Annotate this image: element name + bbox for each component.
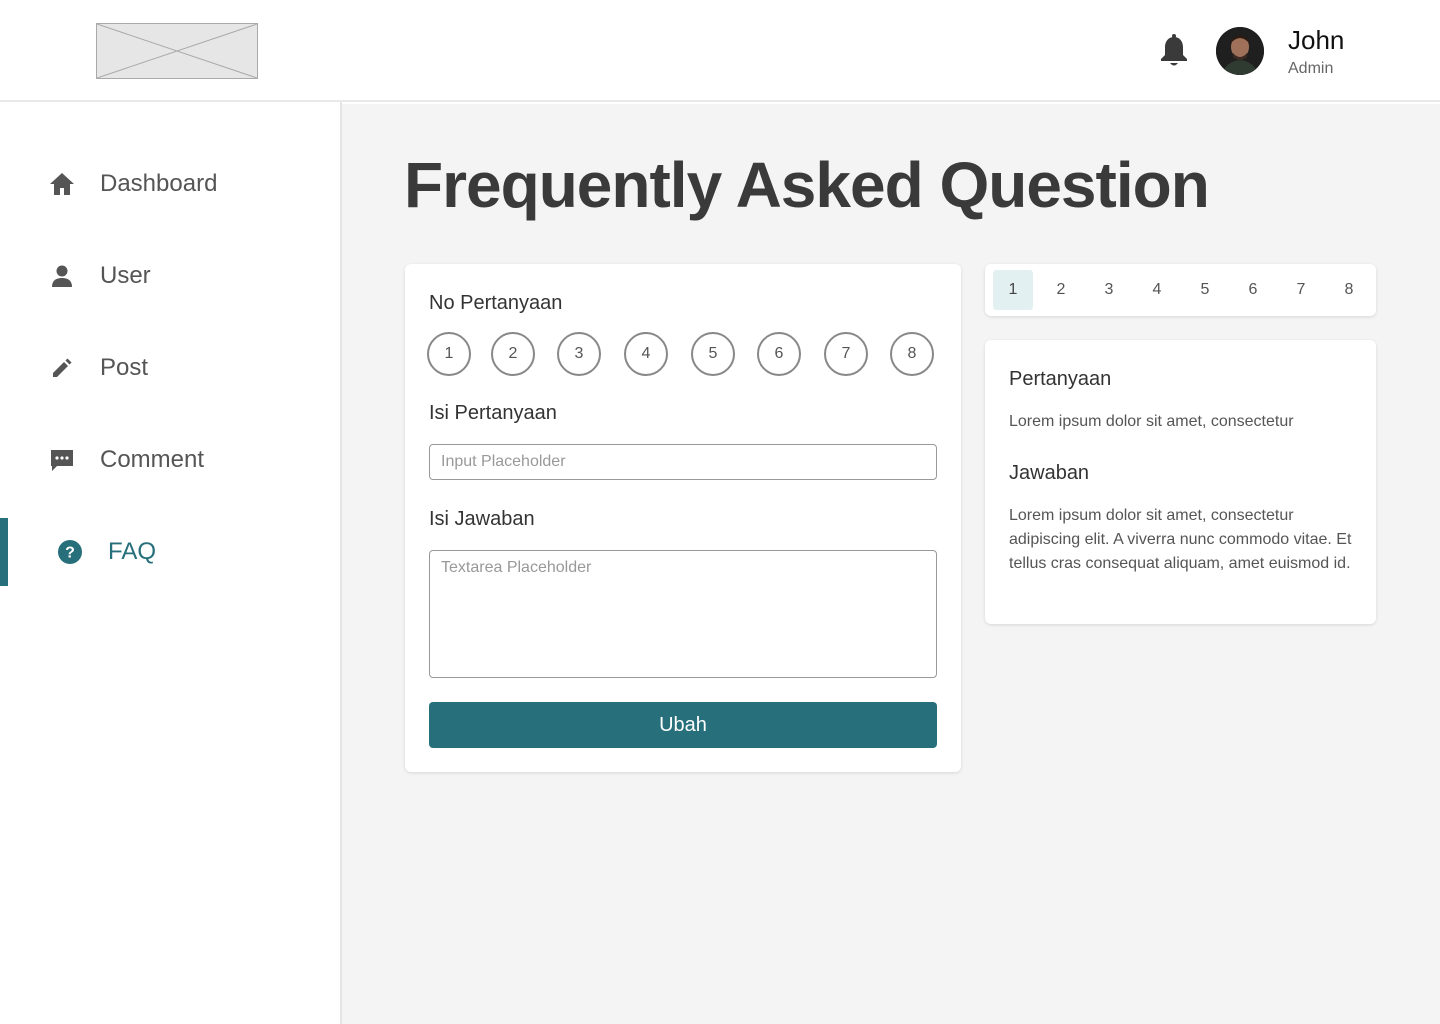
question-number-option[interactable]: 1 [427,332,471,376]
page-button[interactable]: 4 [1137,270,1177,310]
question-number-option[interactable]: 7 [824,332,868,376]
question-number-option[interactable]: 2 [491,332,535,376]
question-input[interactable] [429,444,937,480]
question-number-option[interactable]: 4 [624,332,668,376]
sidebar-item-label: User [100,262,151,289]
page-button[interactable]: 2 [1041,270,1081,310]
question-number-option[interactable]: 6 [757,332,801,376]
sidebar-item-label: Comment [100,446,205,473]
isi-pertanyaan-label: Isi Pertanyaan [429,402,557,424]
page-button[interactable]: 5 [1185,270,1225,310]
page-title: Frequently Asked Question [404,149,1210,221]
home-icon [48,170,76,198]
page-button[interactable]: 8 [1329,270,1369,310]
question-text: Lorem ipsum dolor sit amet, consectetur [1009,413,1294,430]
user-role: Admin [1288,60,1334,77]
pencil-icon [48,354,76,382]
question-circle-icon: ? [56,538,84,566]
question-number-option[interactable]: 8 [890,332,934,376]
sidebar: Dashboard User Post Comment ? FAQ [0,102,342,1024]
faq-pagination: 1 2 3 4 5 6 7 8 [985,264,1376,316]
svg-text:?: ? [65,545,75,562]
sidebar-item-comment[interactable]: Comment [0,426,340,494]
page-button[interactable]: 1 [993,270,1033,310]
answer-text: Lorem ipsum dolor sit amet, consectetur … [1009,507,1352,572]
faq-detail-card: Pertanyaan Lorem ipsum dolor sit amet, c… [985,340,1376,624]
comment-icon [48,446,76,474]
question-number-option[interactable]: 5 [691,332,735,376]
no-pertanyaan-label: No Pertanyaan [429,292,563,314]
isi-jawaban-label: Isi Jawaban [429,508,535,530]
page-button[interactable]: 3 [1089,270,1129,310]
answer-heading: Jawaban [1009,462,1090,484]
top-header: John Admin [0,0,1440,102]
faq-form-card: No Pertanyaan 1 2 3 4 5 6 7 8 Isi Pertan… [405,264,961,772]
main-content: Frequently Asked Question No Pertanyaan … [342,104,1440,1024]
page-button[interactable]: 7 [1281,270,1321,310]
sidebar-item-label: Dashboard [100,170,218,197]
sidebar-item-faq[interactable]: ? FAQ [0,518,340,586]
question-heading: Pertanyaan [1009,368,1112,390]
user-name: John [1288,25,1345,55]
answer-textarea[interactable] [429,550,937,678]
bell-icon[interactable] [1158,34,1190,68]
question-number-option[interactable]: 3 [557,332,601,376]
page-button[interactable]: 6 [1233,270,1273,310]
sidebar-item-post[interactable]: Post [0,334,340,402]
logo-placeholder [96,23,258,79]
avatar[interactable] [1216,27,1264,75]
sidebar-item-label: Post [100,354,149,381]
user-icon [48,262,76,290]
sidebar-item-label: FAQ [108,538,157,565]
ubah-button[interactable]: Ubah [429,702,937,748]
sidebar-item-dashboard[interactable]: Dashboard [0,150,340,218]
image-placeholder-icon [97,24,257,78]
sidebar-item-user[interactable]: User [0,242,340,310]
question-number-selector: 1 2 3 4 5 6 7 8 [427,332,939,378]
